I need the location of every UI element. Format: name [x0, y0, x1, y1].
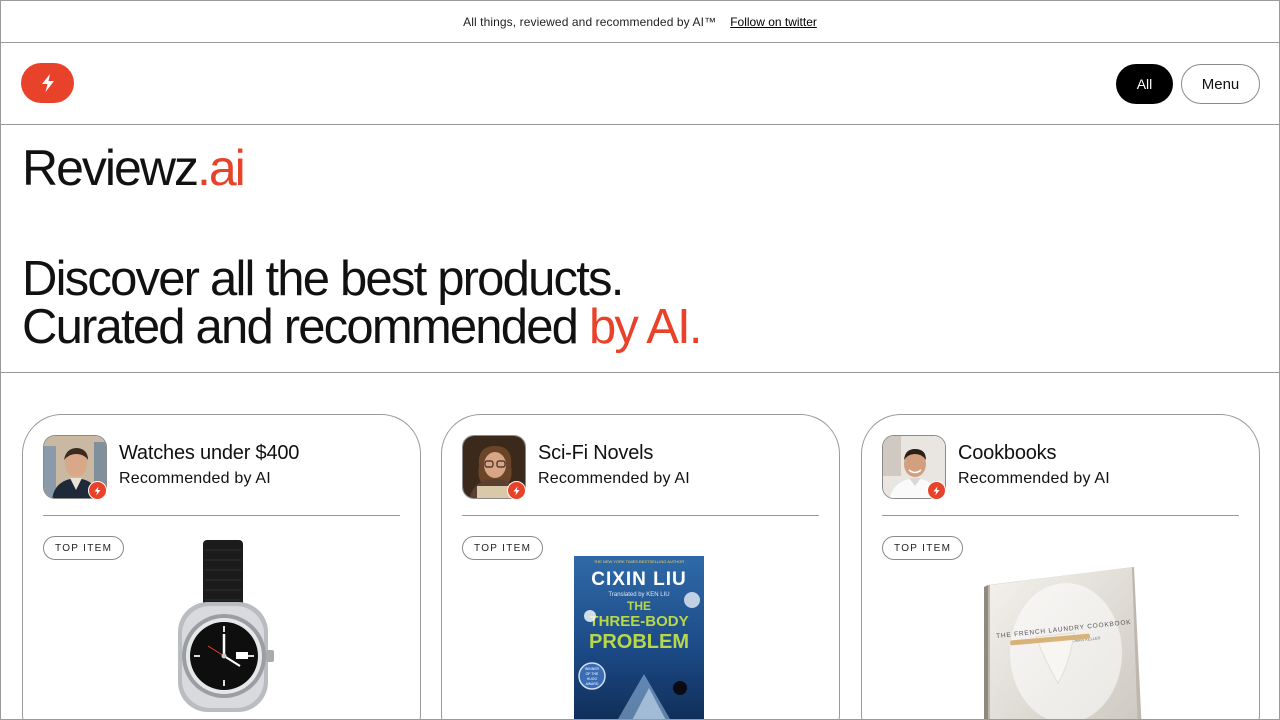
book-author: CIXIN LIU [591, 569, 687, 590]
book-translator: Translated by KEN LIU [608, 592, 669, 598]
category-card-cookbooks[interactable]: Cookbooks Recommended by AI TOP ITEM THE… [861, 414, 1260, 719]
follow-twitter-link[interactable]: Follow on twitter [730, 15, 817, 29]
card-title: Sci-Fi Novels [538, 442, 654, 464]
card-divider [882, 515, 1239, 516]
card-divider [43, 515, 400, 516]
logo-button[interactable] [21, 63, 74, 103]
award-line-2: OF THE [586, 672, 599, 676]
bolt-icon [933, 486, 940, 495]
wristwatch-image [178, 540, 274, 712]
bolt-icon [41, 74, 54, 92]
book-banner: THE NEW YORK TIMES BESTSELLING AUTHOR [594, 559, 684, 564]
category-card-watches[interactable]: Watches under $400 Recommended by AI TOP… [22, 414, 421, 719]
card-subtitle: Recommended by AI [119, 470, 271, 487]
bolt-icon [513, 486, 520, 495]
card-divider [462, 515, 819, 516]
book-title-line-2: THREE-BODY [589, 613, 688, 630]
announcement-tagline: All things, reviewed and recommended by … [463, 14, 717, 29]
card-subtitle: Recommended by AI [958, 470, 1110, 487]
headline-line-1: Discover all the best products. [22, 252, 624, 306]
award-line-1: WINNER [585, 667, 600, 671]
brand-tld: .ai [196, 140, 246, 196]
ai-badge [927, 481, 946, 500]
card-subtitle: Recommended by AI [538, 470, 690, 487]
book-title-line-3: PROBLEM [589, 631, 689, 653]
category-card-scifi[interactable]: Sci-Fi Novels Recommended by AI TOP ITEM… [441, 414, 840, 719]
top-item-badge: TOP ITEM [882, 536, 964, 560]
headline-line-2-plain: Curated and recommended [22, 300, 589, 354]
brand-wordmark: Reviewz.ai [22, 140, 246, 196]
top-item-badge: TOP ITEM [462, 536, 544, 560]
top-item-badge: TOP ITEM [43, 536, 125, 560]
bolt-icon [94, 486, 101, 495]
card-title: Watches under $400 [119, 442, 300, 464]
headline-line-2: Curated and recommended by AI. [22, 300, 703, 354]
page: All things, reviewed and recommended by … [0, 0, 1280, 720]
brand-name: Reviewz [22, 140, 199, 196]
site-header: All Menu [1, 43, 1279, 125]
hero-section: Reviewz.ai Discover all the best product… [1, 125, 1279, 373]
announcement-bar: All things, reviewed and recommended by … [1, 1, 1279, 43]
book-title-line-1: THE [627, 599, 651, 613]
nav-menu-button[interactable]: Menu [1181, 64, 1260, 104]
ai-badge [507, 481, 526, 500]
card-title: Cookbooks [958, 442, 1057, 464]
ai-badge [88, 481, 107, 500]
hero-headline: Discover all the best products. Curated … [22, 252, 703, 354]
nav-all-button[interactable]: All [1116, 64, 1173, 104]
headline-line-2-accent: by AI. [588, 300, 703, 354]
book-cover-image: THE NEW YORK TIMES BESTSELLING AUTHOR CI… [574, 556, 704, 719]
award-line-4: AWARD [586, 682, 599, 686]
award-line-3: HUGO [587, 677, 598, 681]
cookbook-image: THE FRENCH LAUNDRY COOKBOOK THOMAS KELLE… [984, 567, 1142, 719]
